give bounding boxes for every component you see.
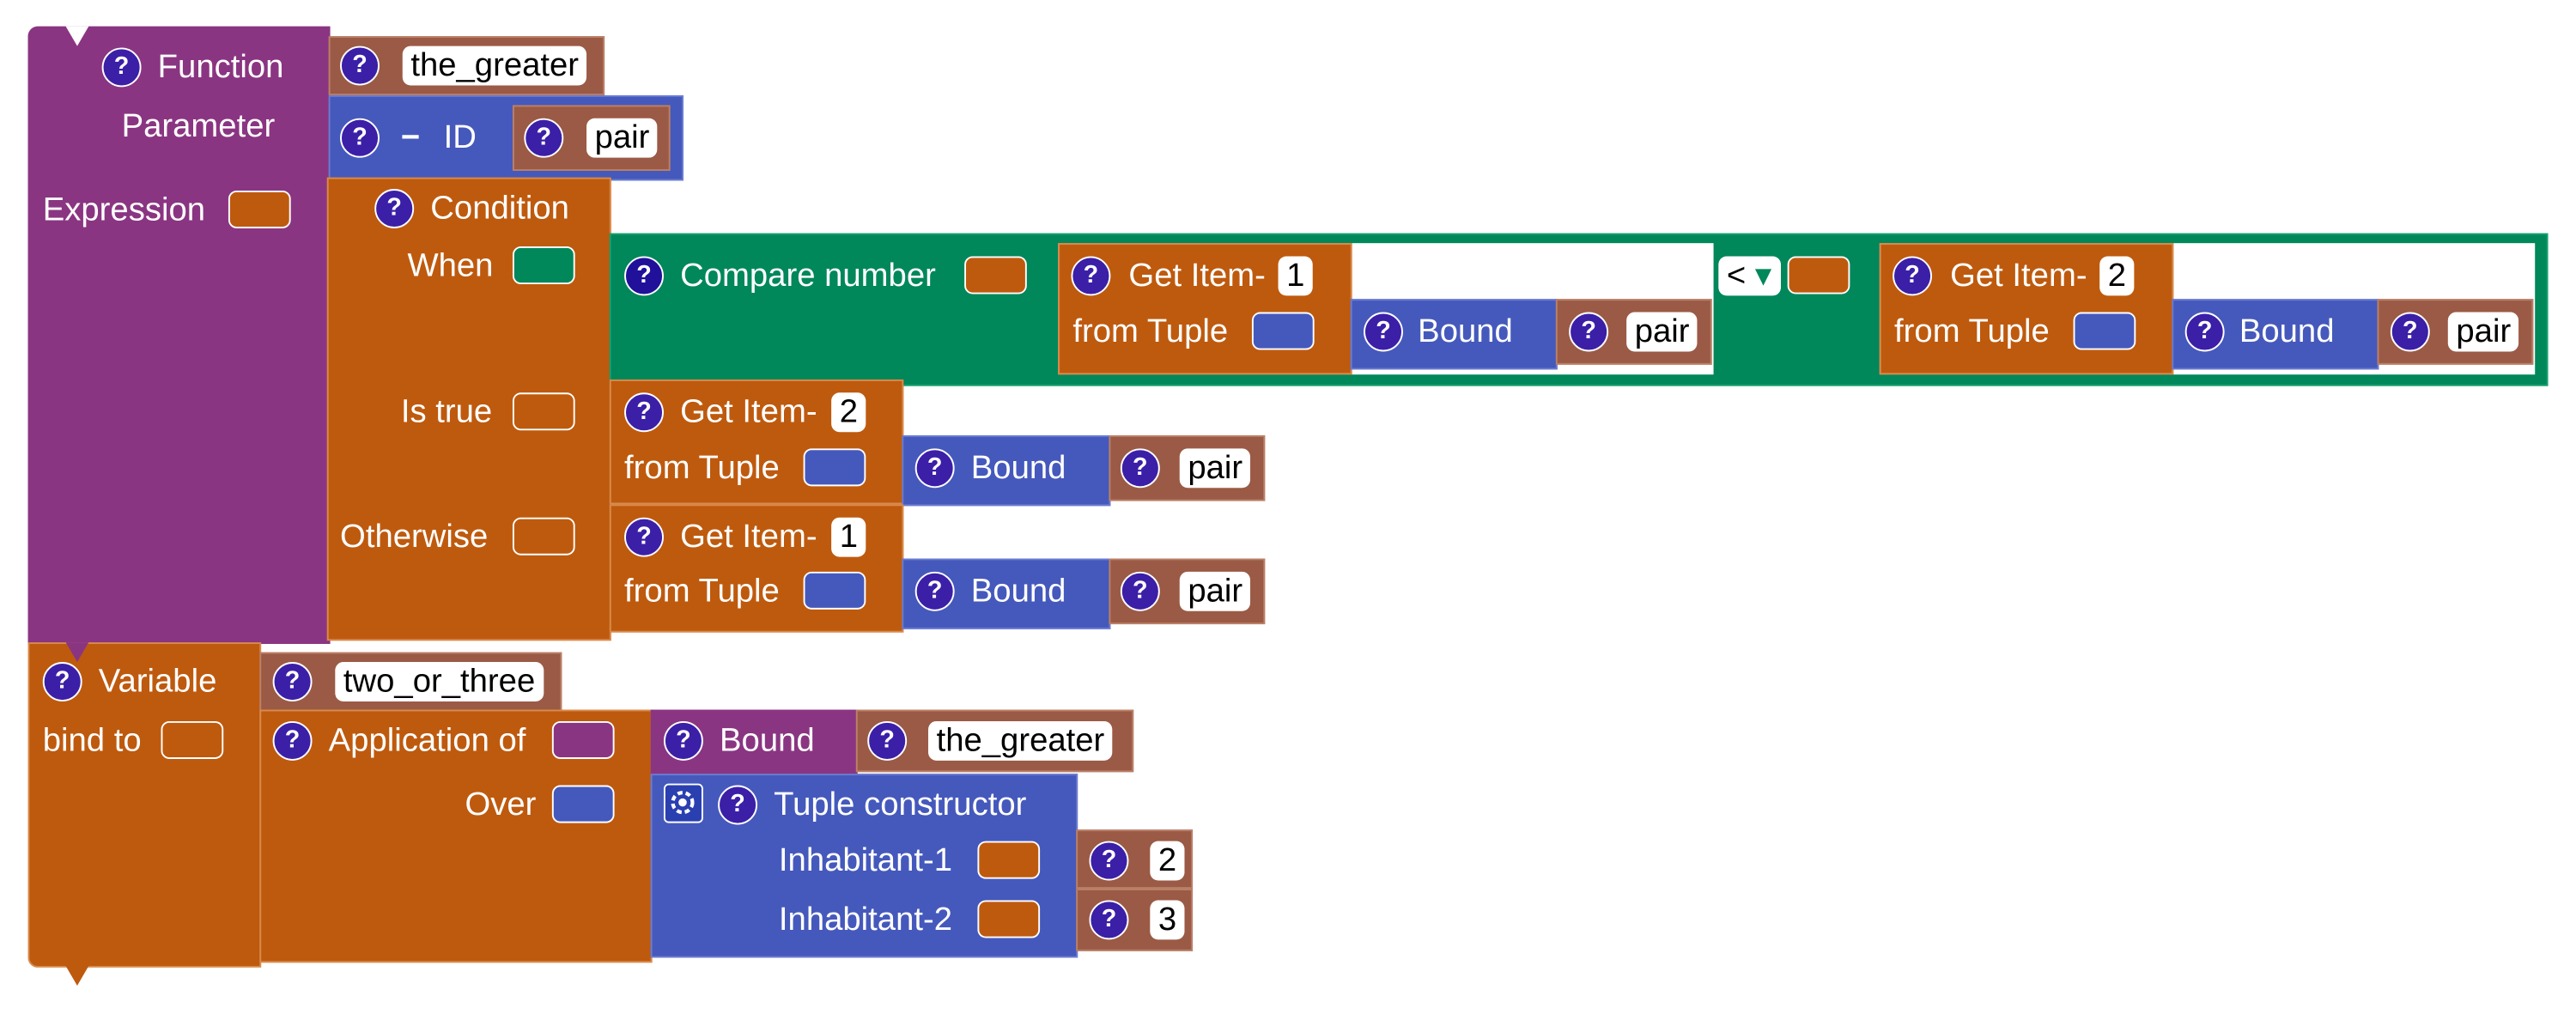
function-name-field[interactable]: the_greater [402, 46, 587, 86]
compare-left-bound-name-help-icon[interactable]: ? [1569, 312, 1609, 352]
is-true-bound-help-icon[interactable]: ? [914, 448, 955, 489]
when-label: When [407, 247, 494, 285]
application-bound-help-icon[interactable]: ? [663, 720, 703, 761]
compare-label: Compare number [680, 258, 936, 294]
compare-left-tuple-slot[interactable] [1251, 312, 1315, 350]
inhabitant-2-help-icon[interactable]: ? [1089, 900, 1129, 940]
variable-label: Variable [98, 663, 217, 701]
variable-block-bottom-notch [65, 966, 89, 986]
inhabitant-2-value-field[interactable]: 3 [1150, 900, 1185, 940]
variable-name-help-icon[interactable]: ? [272, 662, 313, 701]
otherwise-bound-label: Bound [970, 573, 1066, 610]
otherwise-index-field[interactable]: 1 [831, 517, 866, 557]
application-function-slot[interactable] [551, 720, 615, 759]
compare-left-from-tuple-label: from Tuple [1072, 313, 1229, 350]
inhabitant-2-label: Inhabitant-2 [778, 902, 953, 938]
compare-right-bound-name-help-icon[interactable]: ? [2390, 312, 2430, 352]
is-true-bound-name-help-icon[interactable]: ? [1120, 448, 1160, 489]
is-true-bound-label: Bound [970, 450, 1066, 487]
gear-icon[interactable] [663, 783, 703, 823]
otherwise-bound-name-field[interactable]: pair [1179, 571, 1251, 611]
compare-left-get-item-label: Get Item- [1128, 258, 1266, 294]
is-true-from-tuple-label: from Tuple [624, 450, 780, 487]
is-true-index-field[interactable]: 2 [831, 392, 866, 433]
application-bound-name-help-icon[interactable]: ? [867, 720, 908, 761]
is-true-tuple-slot[interactable] [803, 448, 866, 487]
over-input-slot[interactable] [551, 785, 615, 823]
is-true-bound-name-field[interactable]: pair [1179, 448, 1251, 489]
compare-right-help-icon[interactable]: ? [1893, 256, 1933, 296]
is-true-help-icon[interactable]: ? [624, 392, 664, 433]
over-label: Over [465, 786, 537, 823]
is-true-input-slot[interactable] [512, 392, 575, 431]
application-bound-label: Bound [720, 722, 815, 759]
function-block-top-notch [65, 26, 89, 46]
tuple-constructor-label: Tuple constructor [774, 786, 1027, 823]
inhabitant-1-help-icon[interactable]: ? [1089, 841, 1129, 881]
otherwise-get-item-label: Get Item- [680, 519, 817, 556]
expression-input-slot[interactable] [228, 190, 291, 228]
compare-right-from-tuple-label: from Tuple [1894, 313, 2050, 350]
compare-left-bound-label: Bound [1418, 313, 1513, 350]
compare-operator-value: < [1726, 258, 1747, 294]
compare-operator-dropdown[interactable]: < ▾ [1718, 256, 1782, 296]
compare-right-tuple-slot[interactable] [2073, 312, 2136, 350]
inhabitant-2-slot[interactable] [977, 900, 1041, 938]
inhabitant-1-value-field[interactable]: 2 [1150, 841, 1185, 881]
parameter-id-label: ID [443, 119, 477, 156]
bind-to-label: bind to [42, 722, 142, 759]
otherwise-input-slot[interactable] [512, 517, 575, 556]
compare-right-input-slot[interactable] [1787, 256, 1850, 294]
otherwise-from-tuple-label: from Tuple [624, 573, 780, 610]
parameter-name-field[interactable]: pair [586, 118, 659, 158]
tuple-help-icon[interactable]: ? [718, 785, 758, 825]
dropdown-arrow-icon: ▾ [1754, 258, 1772, 294]
variable-block-top-notch [65, 642, 89, 663]
otherwise-bound-help-icon[interactable]: ? [914, 571, 955, 611]
compare-left-bound-help-icon[interactable]: ? [1364, 312, 1403, 352]
inhabitant-1-slot[interactable] [977, 841, 1041, 879]
parameter-id-help-icon[interactable]: ? [340, 118, 380, 158]
application-help-icon[interactable]: ? [272, 720, 313, 761]
function-help-icon[interactable]: ? [101, 47, 142, 88]
compare-help-icon[interactable]: ? [624, 256, 664, 296]
otherwise-label: Otherwise [340, 519, 489, 556]
otherwise-bound-name-help-icon[interactable]: ? [1120, 571, 1160, 611]
parameter-name-help-icon[interactable]: ? [524, 118, 564, 158]
inhabitant-1-label: Inhabitant-1 [778, 842, 953, 879]
compare-right-get-item-label: Get Item- [1950, 258, 2087, 294]
compare-right-index-field[interactable]: 2 [2099, 256, 2135, 296]
otherwise-help-icon[interactable]: ? [624, 517, 664, 557]
compare-left-index-field[interactable]: 1 [1278, 256, 1313, 296]
compare-right-bound-label: Bound [2239, 313, 2335, 350]
compare-left-bound-name-field[interactable]: pair [1626, 312, 1698, 352]
is-true-get-item-label: Get Item- [680, 394, 817, 431]
compare-right-bound-name-field[interactable]: pair [2447, 312, 2519, 352]
compare-right-bound-help-icon[interactable]: ? [2184, 312, 2225, 352]
expression-label: Expression [42, 191, 206, 228]
application-bound-name-field[interactable]: the_greater [928, 720, 1113, 761]
variable-name-field[interactable]: two_or_three [335, 662, 544, 701]
parameter-remove-button[interactable]: − [401, 118, 420, 158]
bind-to-input-slot[interactable] [161, 720, 224, 759]
function-label: Function [157, 49, 284, 86]
is-true-label: Is true [400, 394, 493, 431]
otherwise-tuple-slot[interactable] [803, 571, 866, 610]
condition-help-icon[interactable]: ? [374, 189, 415, 228]
compare-left-input-slot[interactable] [964, 256, 1027, 294]
function-name-help-icon[interactable]: ? [340, 46, 380, 86]
parameter-label: Parameter [121, 108, 276, 145]
application-label: Application of [328, 722, 526, 759]
when-input-slot[interactable] [512, 246, 575, 285]
condition-label: Condition [430, 190, 569, 228]
variable-help-icon[interactable]: ? [42, 662, 82, 701]
compare-left-help-icon[interactable]: ? [1071, 256, 1111, 296]
